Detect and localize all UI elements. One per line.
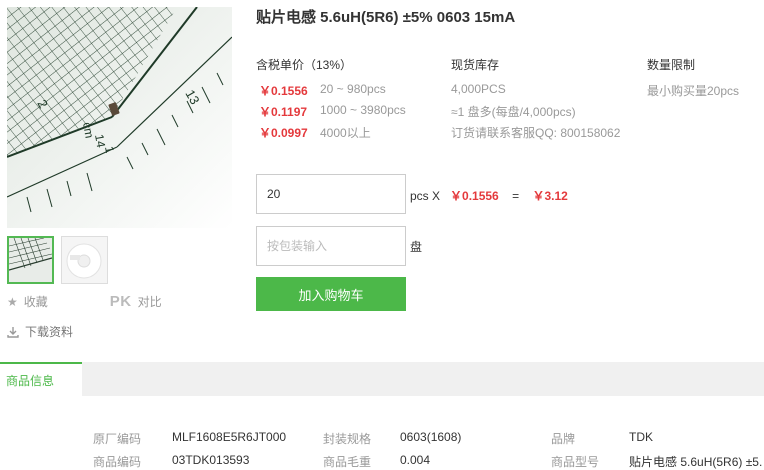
add-to-cart-button[interactable]: 加入购物车: [256, 277, 406, 311]
price-tier: ￥0.1556 20 ~ 980pcs: [259, 82, 386, 99]
download-icon: [7, 326, 19, 338]
quantity-input[interactable]: [256, 174, 406, 214]
stock-reels: ≈1 盘多(每盘/4,000pcs): [451, 105, 576, 119]
download-datasheet-link[interactable]: 下载资料: [7, 323, 73, 340]
thumbnail-strip: [7, 236, 108, 284]
tier-price: ￥0.1556: [259, 84, 308, 98]
compare-button[interactable]: PK 对比: [60, 293, 162, 310]
ruler-grid-graphic: 2 13 cm 14 1: [7, 7, 232, 228]
thumbnail-reel-image: [62, 237, 107, 283]
minimum-order-text: 最小购买量20pcs: [647, 84, 740, 98]
compare-label: 对比: [137, 295, 162, 309]
spec-value: 0603(1608): [400, 430, 462, 444]
product-actions: ★ 收藏 PK 对比: [7, 293, 174, 310]
thumbnail-ruler-image: [9, 238, 52, 282]
thumbnail-2[interactable]: [61, 236, 108, 284]
total-price: ￥3.12: [532, 189, 568, 203]
spec-label: 原厂编码: [93, 432, 142, 446]
product-main-image: 2 13 cm 14 1: [7, 7, 232, 228]
spec-value: MLF1608E5R6JT000: [172, 430, 287, 444]
equals-sign: =: [512, 189, 520, 203]
price-header: 含税单价（13%）: [256, 58, 353, 72]
thumbnail-1[interactable]: [7, 236, 54, 284]
spec-label: 商品毛重: [323, 455, 372, 469]
limit-header: 数量限制: [647, 58, 696, 72]
pk-icon: PK: [109, 293, 132, 310]
stock-contact: 订货请联系客服QQ: 800158062: [451, 126, 621, 140]
tab-product-info[interactable]: 商品信息: [0, 362, 82, 396]
unit-price: ￥0.1556: [450, 189, 499, 203]
spec-value: 03TDK013593: [172, 453, 250, 467]
spec-value: 0.004: [400, 453, 431, 467]
spec-label: 商品编码: [93, 455, 142, 469]
reel-unit-label: 盘: [410, 240, 423, 254]
stock-header: 现货库存: [451, 58, 500, 72]
favorite-label: 收藏: [23, 295, 48, 309]
pcs-label: pcs X: [410, 189, 441, 203]
stock-quantity: 4,000PCS: [451, 82, 506, 96]
download-label: 下载资料: [25, 325, 74, 339]
spec-label: 品牌: [551, 432, 576, 446]
spec-label: 封装规格: [323, 432, 372, 446]
spec-value: 贴片电感 5.6uH(5R6) ±5.: [629, 455, 763, 469]
tier-range: 20 ~ 980pcs: [320, 82, 386, 96]
price-tier: ￥0.1197 1000 ~ 3980pcs: [259, 103, 406, 120]
spec-label: 商品型号: [551, 455, 600, 469]
tier-range: 1000 ~ 3980pcs: [320, 103, 406, 117]
detail-tab-bar: 商品信息: [0, 362, 764, 396]
product-title: 贴片电感 5.6uH(5R6) ±5% 0603 15mA: [256, 9, 516, 26]
star-icon: ★: [7, 294, 18, 309]
tier-price: ￥0.1197: [259, 105, 308, 119]
favorite-button[interactable]: ★ 收藏: [7, 293, 48, 310]
tier-range: 4000以上: [320, 126, 371, 140]
order-calculation: pcs X ￥0.1556 = ￥3.12: [410, 187, 568, 204]
spec-value: TDK: [629, 430, 653, 444]
price-tier: ￥0.0997 4000以上: [259, 124, 371, 141]
tier-price: ￥0.0997: [259, 126, 308, 140]
reel-quantity-input[interactable]: [256, 226, 406, 266]
